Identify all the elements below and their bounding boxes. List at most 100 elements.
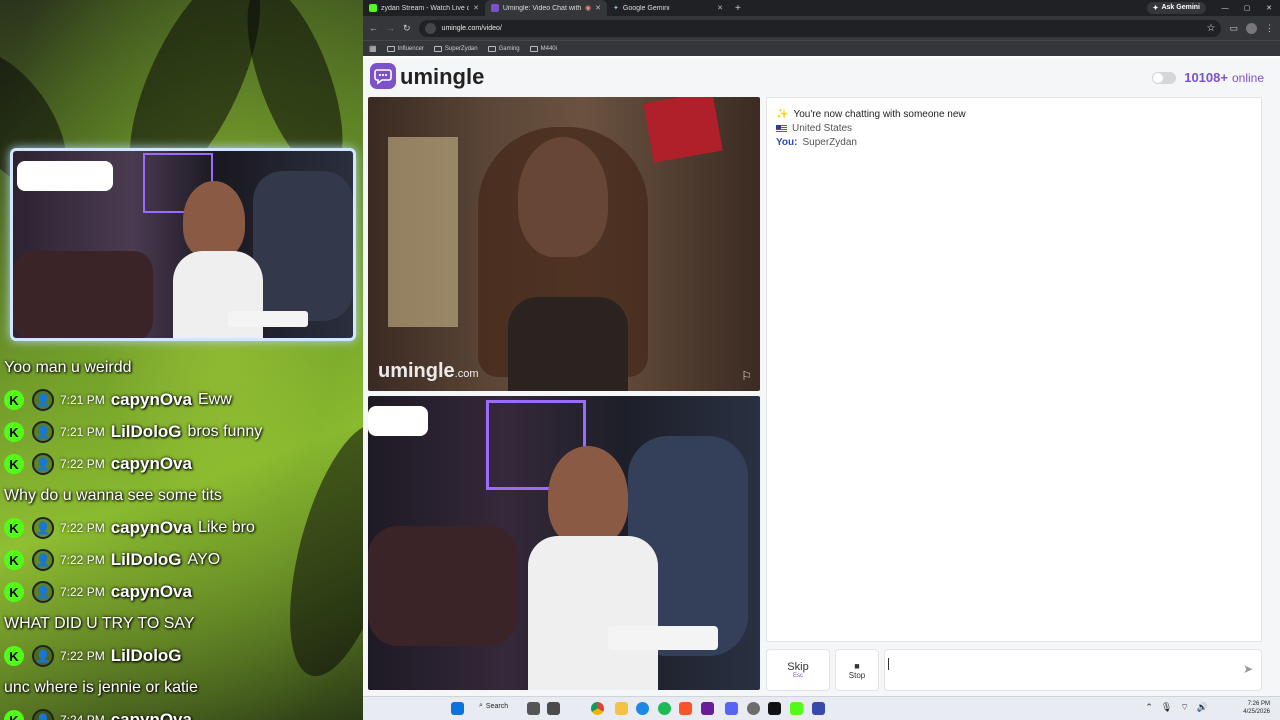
address-bar[interactable]: umingle.com/video/ ☆: [418, 19, 1222, 37]
new-tab-icon[interactable]: +: [735, 3, 741, 14]
chat-message: K 👤 7:22 PM LilDoloG AYO: [4, 544, 359, 576]
app-icon[interactable]: [547, 702, 560, 715]
user-badge-icon: 👤: [32, 453, 54, 475]
user-badge-icon: 👤: [32, 421, 54, 443]
sparkle-icon: ✨: [776, 109, 789, 120]
user-badge-icon: 👤: [32, 549, 54, 571]
theme-toggle[interactable]: [1152, 71, 1177, 84]
bookmarks-bar: ▦ Influencer SuperZydan Gaming M440i: [363, 40, 1280, 56]
task-view-icon[interactable]: [527, 702, 540, 715]
mic-icon[interactable]: 🎙: [1161, 702, 1172, 713]
chat-message: K 👤 7:24 PM capynOva: [4, 704, 359, 720]
send-icon[interactable]: ➤: [1243, 662, 1253, 676]
bookmark-folder[interactable]: SuperZydan: [433, 45, 478, 52]
chat-timestamp: 7:24 PM: [60, 713, 105, 720]
minimize-icon[interactable]: —: [1214, 5, 1236, 12]
stop-label: Stop: [848, 670, 866, 680]
stop-icon: ■: [854, 660, 860, 671]
tray-chevron-icon[interactable]: ⌃: [1145, 702, 1153, 713]
chat-message: K 👤 7:22 PM capynOva Like bro: [4, 512, 359, 544]
extensions-icon[interactable]: ▭: [1229, 23, 1238, 34]
forward-icon[interactable]: →: [386, 23, 395, 33]
close-tab-icon[interactable]: ✕: [717, 4, 723, 12]
streamer-head: [183, 181, 245, 259]
profile-avatar[interactable]: [1246, 22, 1257, 34]
tab-kick[interactable]: zydan Stream - Watch Live on K ✕: [363, 0, 485, 16]
system-message: ✨ You're now chatting with someone new: [776, 109, 966, 120]
skip-button[interactable]: Skip Esc: [766, 649, 830, 691]
stream-overlay: Yoo man u weirdd K 👤 7:21 PM capynOva Eww K 👤 7:…: [0, 0, 363, 720]
windows-start-icon[interactable]: [451, 702, 464, 715]
kick-app-icon[interactable]: [790, 702, 803, 715]
chat-message-text: Like bro: [197, 519, 255, 536]
streamer-shirt: [173, 251, 263, 338]
chrome-icon[interactable]: [591, 702, 604, 715]
file-explorer-icon[interactable]: [615, 702, 628, 715]
settings-icon[interactable]: [747, 702, 760, 715]
close-window-icon[interactable]: ✕: [1258, 4, 1280, 12]
app-icon[interactable]: [812, 702, 825, 715]
wifi-icon[interactable]: ⌔: [1180, 702, 1188, 713]
folder-icon: [487, 45, 496, 52]
chat-username[interactable]: LilDoloG: [111, 550, 182, 570]
self-face: [548, 446, 628, 546]
windows-taskbar: ⌕ Search ⌃ 🎙 ⌔ 🔊 7:26 PM 4/25/2026: [363, 696, 1280, 720]
browser-window: zydan Stream - Watch Live on K ✕ Umingle…: [363, 0, 1280, 696]
chat-username[interactable]: capynOva: [111, 454, 192, 474]
skip-label: Skip: [787, 661, 809, 673]
chat-username[interactable]: LilDoloG: [111, 646, 182, 666]
chat-timestamp: 7:22 PM: [60, 457, 105, 471]
app-icon[interactable]: [701, 702, 714, 715]
tab-umingle[interactable]: Umingle: Video Chat with S ◉ ✕: [485, 0, 607, 16]
online-count: 10108+: [1184, 70, 1228, 85]
kick-icon: [369, 4, 377, 12]
close-tab-icon[interactable]: ✕: [595, 4, 601, 12]
tiktok-icon[interactable]: [768, 702, 781, 715]
stop-button[interactable]: ■ Stop: [835, 649, 879, 691]
tab-gemini[interactable]: ✦ Google Gemini ✕: [607, 0, 729, 16]
brave-icon[interactable]: [679, 702, 692, 715]
taskbar-search[interactable]: ⌕ Search: [479, 702, 508, 710]
tab-title: Google Gemini: [622, 4, 670, 12]
chat-username[interactable]: capynOva: [111, 710, 192, 720]
chat-username[interactable]: capynOva: [111, 518, 192, 538]
maximize-icon[interactable]: ▢: [1236, 4, 1258, 12]
volume-icon[interactable]: 🔊: [1197, 702, 1208, 713]
bookmark-folder[interactable]: M440i: [529, 45, 557, 52]
edge-icon[interactable]: [636, 702, 649, 715]
chat-username[interactable]: capynOva: [111, 582, 192, 602]
message-input[interactable]: ➤: [884, 649, 1262, 691]
discord-icon[interactable]: [725, 702, 738, 715]
clock-time: 7:26 PM: [1247, 701, 1270, 707]
chat-username[interactable]: LilDoloG: [111, 422, 182, 442]
chat-username[interactable]: capynOva: [111, 390, 192, 410]
reload-icon[interactable]: ↻: [403, 23, 411, 34]
clock[interactable]: 7:26 PM 4/25/2026: [1243, 700, 1270, 716]
menu-icon[interactable]: ⋮: [1265, 23, 1274, 34]
user-badge-icon: 👤: [32, 645, 54, 667]
chat-timestamp: 7:21 PM: [60, 425, 105, 439]
chat-timestamp: 7:22 PM: [60, 521, 105, 535]
bookmark-star-icon[interactable]: ☆: [1207, 23, 1216, 34]
user-badge-icon: 👤: [32, 517, 54, 539]
text-caret: [888, 658, 889, 670]
umingle-watermark: umingle.com: [378, 360, 479, 383]
clock-date: 4/25/2026: [1243, 709, 1270, 715]
umingle-logo-text[interactable]: umingle: [400, 64, 484, 90]
close-tab-icon[interactable]: ✕: [473, 4, 479, 12]
self-shirt: [528, 536, 658, 690]
bookmark-folder[interactable]: Gaming: [487, 45, 520, 52]
umingle-logo-icon[interactable]: [370, 63, 396, 89]
spotify-icon[interactable]: [658, 702, 671, 715]
bookmark-folder[interactable]: Influencer: [386, 45, 424, 52]
folder-icon: [529, 45, 538, 52]
report-flag-icon[interactable]: ⚐: [741, 369, 752, 383]
bookmark-label: SuperZydan: [444, 45, 478, 52]
apps-grid-icon[interactable]: ▦: [369, 44, 377, 53]
umingle-page: umingle 10108+ online umingle.com ⚐ ✨ Yo…: [363, 58, 1280, 696]
online-counter: 10108+ online: [1152, 70, 1264, 85]
site-info-icon[interactable]: [424, 22, 436, 34]
tab-title: Umingle: Video Chat with S: [502, 4, 582, 12]
ask-gemini-button[interactable]: ✦ Ask Gemini: [1146, 2, 1206, 14]
back-icon[interactable]: ←: [369, 23, 378, 33]
